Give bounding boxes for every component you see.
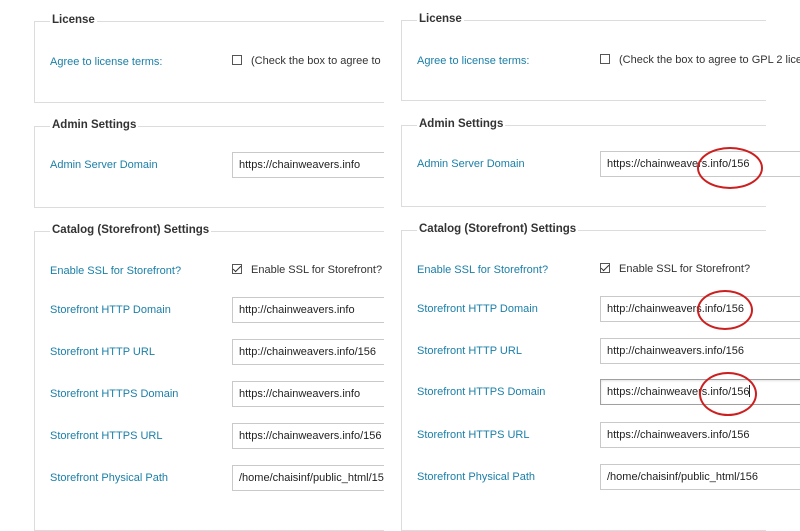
catalog-section: Catalog (Storefront) Settings Enable SSL… bbox=[34, 224, 384, 531]
https-url-input[interactable]: https://chainweavers.info/156 bbox=[232, 423, 384, 449]
agree-label: Agree to license terms: bbox=[50, 56, 163, 68]
https-url-label: Storefront HTTPS URL bbox=[50, 430, 163, 442]
catalog-section: Catalog (Storefront) Settings Enable SSL… bbox=[401, 223, 800, 531]
https-domain-input[interactable]: https://chainweavers.info bbox=[232, 381, 384, 407]
ssl-label: Enable SSL for Storefront? bbox=[50, 265, 182, 277]
http-url-label: Storefront HTTP URL bbox=[50, 346, 155, 358]
https-domain-row: Storefront HTTPS Domain https://chainwea… bbox=[50, 381, 384, 407]
ssl-checkbox[interactable] bbox=[600, 263, 610, 273]
right-panel: License Agree to license terms: (Check t… bbox=[401, 0, 800, 531]
http-domain-label: Storefront HTTP Domain bbox=[50, 304, 171, 316]
catalog-title: Catalog (Storefront) Settings bbox=[50, 224, 212, 236]
http-url-label: Storefront HTTP URL bbox=[417, 345, 522, 357]
license-section: License Agree to license terms: (Check t… bbox=[401, 13, 800, 101]
https-domain-label: Storefront HTTPS Domain bbox=[50, 388, 179, 400]
https-domain-row: Storefront HTTPS Domain https://chainwea… bbox=[417, 379, 800, 405]
ssl-text: Enable SSL for Storefront? bbox=[251, 264, 383, 276]
agree-row: Agree to license terms: (Check the box t… bbox=[417, 48, 800, 74]
https-url-label: Storefront HTTPS URL bbox=[417, 429, 530, 441]
agree-row: Agree to license terms: (Check the box t… bbox=[50, 49, 384, 75]
path-label: Storefront Physical Path bbox=[417, 471, 536, 483]
http-domain-input[interactable]: http://chainweavers.info bbox=[232, 297, 384, 323]
admin-domain-label: Admin Server Domain bbox=[50, 159, 158, 171]
admin-title: Admin Settings bbox=[50, 119, 139, 131]
ssl-text: Enable SSL for Storefront? bbox=[619, 263, 751, 275]
https-domain-label: Storefront HTTPS Domain bbox=[417, 386, 546, 398]
text-cursor bbox=[749, 385, 751, 397]
panel-divider bbox=[384, 0, 401, 531]
agree-text: (Check the box to agree to GPL 2 licen bbox=[619, 54, 800, 66]
ssl-checkbox-wrap[interactable]: Enable SSL for Storefront? bbox=[232, 264, 382, 276]
admin-domain-row: Admin Server Domain https://chainweavers… bbox=[417, 151, 800, 177]
catalog-title: Catalog (Storefront) Settings bbox=[417, 223, 579, 235]
admin-domain-input[interactable]: https://chainweavers.info/156 bbox=[600, 151, 800, 177]
agree-checkbox[interactable] bbox=[232, 55, 242, 65]
agree-checkbox-wrap[interactable]: (Check the box to agree to G bbox=[232, 55, 384, 67]
https-url-input[interactable]: https://chainweavers.info/156 bbox=[600, 422, 800, 448]
ssl-checkbox[interactable] bbox=[232, 264, 242, 274]
admin-section: Admin Settings Admin Server Domain https… bbox=[34, 119, 384, 208]
license-section: License Agree to license terms: (Check t… bbox=[34, 14, 384, 103]
https-url-row: Storefront HTTPS URL https://chainweaver… bbox=[417, 422, 800, 448]
admin-title: Admin Settings bbox=[417, 118, 506, 130]
ssl-row: Enable SSL for Storefront? Enable SSL fo… bbox=[417, 257, 800, 283]
path-label: Storefront Physical Path bbox=[50, 472, 169, 484]
http-url-row: Storefront HTTP URL http://chainweavers.… bbox=[50, 339, 384, 365]
admin-domain-row: Admin Server Domain https://chainweavers… bbox=[50, 152, 384, 178]
agree-text: (Check the box to agree to G bbox=[251, 55, 384, 67]
ssl-checkbox-wrap[interactable]: Enable SSL for Storefront? bbox=[600, 263, 750, 275]
agree-checkbox-wrap[interactable]: (Check the box to agree to GPL 2 licen bbox=[600, 54, 800, 66]
https-url-row: Storefront HTTPS URL https://chainweaver… bbox=[50, 423, 384, 449]
http-domain-label: Storefront HTTP Domain bbox=[417, 303, 538, 315]
path-row: Storefront Physical Path /home/chaisinf/… bbox=[50, 465, 384, 491]
license-title: License bbox=[50, 14, 97, 26]
license-title: License bbox=[417, 13, 464, 25]
agree-checkbox[interactable] bbox=[600, 54, 610, 64]
ssl-row: Enable SSL for Storefront? Enable SSL fo… bbox=[50, 258, 384, 284]
http-url-input[interactable]: http://chainweavers.info/156 bbox=[600, 338, 800, 364]
left-panel: License Agree to license terms: (Check t… bbox=[0, 0, 384, 531]
admin-domain-label: Admin Server Domain bbox=[417, 158, 525, 170]
https-domain-text: https://chainweavers.info/156 bbox=[607, 386, 750, 398]
path-input[interactable]: /home/chaisinf/public_html/156 bbox=[232, 465, 384, 491]
agree-label: Agree to license terms: bbox=[417, 55, 530, 67]
https-domain-input[interactable]: https://chainweavers.info/156 bbox=[600, 379, 800, 405]
http-url-input[interactable]: http://chainweavers.info/156 bbox=[232, 339, 384, 365]
http-domain-input[interactable]: http://chainweavers.info/156 bbox=[600, 296, 800, 322]
path-row: Storefront Physical Path /home/chaisinf/… bbox=[417, 464, 800, 490]
http-url-row: Storefront HTTP URL http://chainweavers.… bbox=[417, 338, 800, 364]
path-input[interactable]: /home/chaisinf/public_html/156 bbox=[600, 464, 800, 490]
http-domain-row: Storefront HTTP Domain http://chainweave… bbox=[50, 297, 384, 323]
http-domain-row: Storefront HTTP Domain http://chainweave… bbox=[417, 296, 800, 322]
admin-section: Admin Settings Admin Server Domain https… bbox=[401, 118, 800, 207]
ssl-label: Enable SSL for Storefront? bbox=[417, 264, 549, 276]
admin-domain-input[interactable]: https://chainweavers.info bbox=[232, 152, 384, 178]
